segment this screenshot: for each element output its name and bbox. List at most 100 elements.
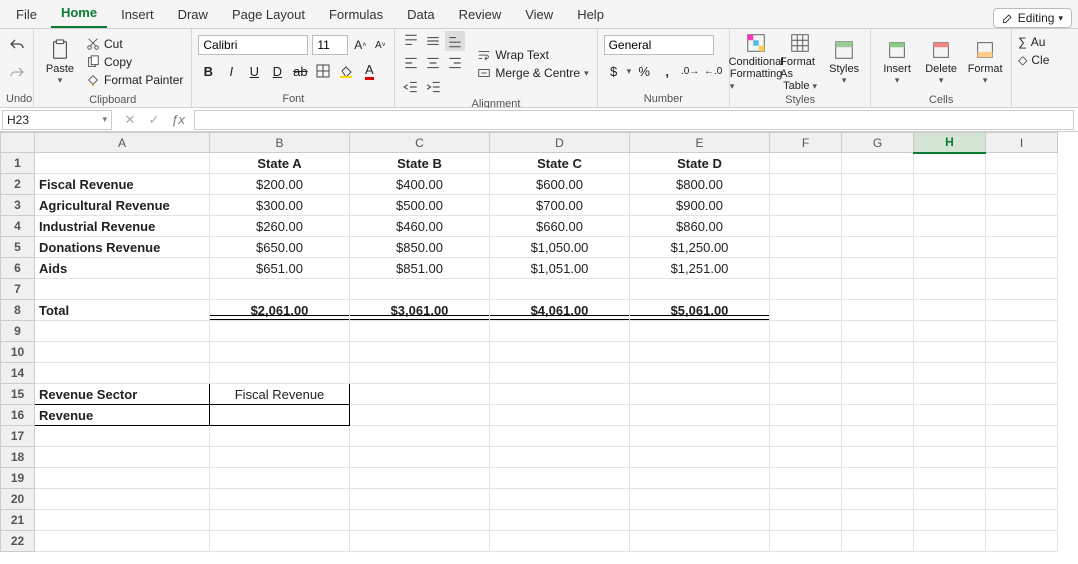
menu-help[interactable]: Help <box>567 3 614 28</box>
font-color-button[interactable]: A <box>359 61 379 81</box>
cell-H[interactable] <box>914 363 986 384</box>
accept-formula-button[interactable]: ✓ <box>144 110 164 130</box>
row-header-8[interactable]: 8 <box>1 300 35 321</box>
menu-data[interactable]: Data <box>397 3 444 28</box>
col-header-D[interactable]: D <box>490 133 630 153</box>
col-header-I[interactable]: I <box>986 133 1058 153</box>
cell-C4[interactable]: $460.00 <box>350 216 490 237</box>
row-header-1[interactable]: 1 <box>1 153 35 174</box>
autosum-button[interactable]: ∑Au <box>1018 35 1045 49</box>
cell-E[interactable] <box>630 489 770 510</box>
menu-draw[interactable]: Draw <box>168 3 218 28</box>
cell-A[interactable] <box>35 279 210 300</box>
increase-decimal-button[interactable]: .0→ <box>680 61 700 81</box>
cell-H[interactable] <box>914 531 986 552</box>
cell-G[interactable] <box>842 531 914 552</box>
cell-I[interactable] <box>986 279 1058 300</box>
cell-D[interactable] <box>490 342 630 363</box>
cell-D3[interactable]: $700.00 <box>490 195 630 216</box>
row-header-5[interactable]: 5 <box>1 237 35 258</box>
cell-E[interactable] <box>630 321 770 342</box>
format-as-table-button[interactable]: Format As Table ▾ <box>780 31 820 93</box>
menu-formulas[interactable]: Formulas <box>319 3 393 28</box>
cell-D6[interactable]: $1,051.00 <box>490 258 630 279</box>
cell-G[interactable] <box>842 426 914 447</box>
cell-I6[interactable] <box>986 258 1058 279</box>
merge-centre-button[interactable]: Merge & Centre ▾ <box>475 65 590 81</box>
cell-H[interactable] <box>914 468 986 489</box>
clear-button[interactable]: ◇Cle <box>1018 53 1049 67</box>
align-top-button[interactable] <box>401 31 421 51</box>
cell-A2[interactable]: Fiscal Revenue <box>35 174 210 195</box>
cell-D[interactable] <box>490 489 630 510</box>
col-header-H[interactable]: H <box>914 133 986 153</box>
row-header-2[interactable]: 2 <box>1 174 35 195</box>
cell-B6[interactable]: $651.00 <box>210 258 350 279</box>
delete-cells-button[interactable]: Delete▾ <box>921 31 961 93</box>
cell-A16[interactable]: Revenue <box>35 405 210 426</box>
cell-A[interactable] <box>35 321 210 342</box>
cell-B4[interactable]: $260.00 <box>210 216 350 237</box>
decrease-font-button[interactable]: A˅ <box>372 37 388 53</box>
cell-I[interactable] <box>986 510 1058 531</box>
cell-B[interactable] <box>210 468 350 489</box>
cell-E15[interactable] <box>630 384 770 405</box>
cell-F15[interactable] <box>770 384 842 405</box>
cell-C15[interactable] <box>350 384 490 405</box>
cell-D15[interactable] <box>490 384 630 405</box>
align-center-button[interactable] <box>423 53 443 73</box>
cell-D[interactable] <box>490 426 630 447</box>
cell-I5[interactable] <box>986 237 1058 258</box>
undo-button[interactable] <box>7 35 27 55</box>
underline-button[interactable]: U <box>244 61 264 81</box>
cell-F2[interactable] <box>770 174 842 195</box>
currency-button[interactable]: $ <box>604 61 624 81</box>
cell-F[interactable] <box>770 426 842 447</box>
cancel-formula-button[interactable]: ✕ <box>120 110 140 130</box>
cell-I[interactable] <box>986 321 1058 342</box>
cell-H[interactable] <box>914 489 986 510</box>
cell-H[interactable] <box>914 426 986 447</box>
cell-E[interactable] <box>630 279 770 300</box>
cell-C2[interactable]: $400.00 <box>350 174 490 195</box>
cell-G[interactable] <box>842 489 914 510</box>
cell-F[interactable] <box>770 489 842 510</box>
cell-E4[interactable]: $860.00 <box>630 216 770 237</box>
cell-G[interactable] <box>842 342 914 363</box>
cell-E3[interactable]: $900.00 <box>630 195 770 216</box>
cell-B[interactable] <box>210 363 350 384</box>
col-header-G[interactable]: G <box>842 133 914 153</box>
cell-A[interactable] <box>35 426 210 447</box>
copy-button[interactable]: Copy <box>84 54 185 70</box>
cell-C[interactable] <box>350 342 490 363</box>
cell-H1[interactable] <box>914 153 986 174</box>
row-header-17[interactable]: 17 <box>1 426 35 447</box>
percent-button[interactable]: % <box>634 61 654 81</box>
cell-G[interactable] <box>842 279 914 300</box>
cell-F3[interactable] <box>770 195 842 216</box>
row-header-4[interactable]: 4 <box>1 216 35 237</box>
row-header-15[interactable]: 15 <box>1 384 35 405</box>
cell-I[interactable] <box>986 468 1058 489</box>
insert-cells-button[interactable]: Insert▾ <box>877 31 917 93</box>
row-header-22[interactable]: 22 <box>1 531 35 552</box>
cell-G8[interactable] <box>842 300 914 321</box>
cell-D[interactable] <box>490 510 630 531</box>
cell-C[interactable] <box>350 447 490 468</box>
cell-I[interactable] <box>986 531 1058 552</box>
cell-B[interactable] <box>210 510 350 531</box>
cell-D1[interactable]: State C <box>490 153 630 174</box>
cell-G[interactable] <box>842 510 914 531</box>
cell-F1[interactable] <box>770 153 842 174</box>
cell-B8[interactable]: $2,061.00 <box>210 300 350 321</box>
cell-A[interactable] <box>35 531 210 552</box>
col-header-A[interactable]: A <box>35 133 210 153</box>
formula-bar[interactable] <box>194 110 1074 130</box>
cell-H3[interactable] <box>914 195 986 216</box>
cell-F[interactable] <box>770 510 842 531</box>
menu-view[interactable]: View <box>515 3 563 28</box>
cell-H[interactable] <box>914 342 986 363</box>
menu-home[interactable]: Home <box>51 1 107 28</box>
cell-F5[interactable] <box>770 237 842 258</box>
cell-I[interactable] <box>986 489 1058 510</box>
